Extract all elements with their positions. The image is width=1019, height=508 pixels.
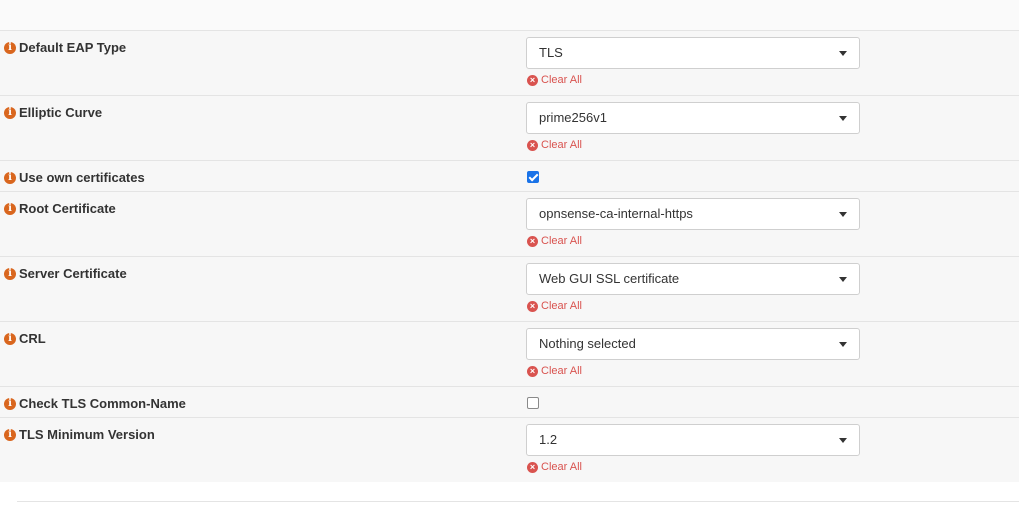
label-elliptic-curve: i Elliptic Curve <box>4 105 102 120</box>
info-icon[interactable]: i <box>4 171 16 184</box>
caret-down-icon <box>839 342 847 347</box>
clear-all-root-certificate[interactable]: × Clear All <box>527 235 582 247</box>
select-value: Web GUI SSL certificate <box>539 271 680 286</box>
times-circle-icon: × <box>527 74 538 86</box>
times-circle-icon: × <box>527 139 538 151</box>
select-server-certificate[interactable]: Web GUI SSL certificate <box>526 263 860 295</box>
row-check-tls-common-name: i Check TLS Common-Name <box>0 387 1019 418</box>
info-icon[interactable]: i <box>4 41 16 54</box>
select-value: TLS <box>539 45 563 60</box>
caret-down-icon <box>839 277 847 282</box>
times-circle-icon: × <box>527 461 538 473</box>
checkbox-use-own-certificates[interactable] <box>527 171 539 183</box>
info-icon[interactable]: i <box>4 267 16 280</box>
label-text: TLS Minimum Version <box>19 427 155 442</box>
info-icon[interactable]: i <box>4 332 16 345</box>
clear-all-elliptic-curve[interactable]: × Clear All <box>527 139 582 151</box>
times-circle-icon: × <box>527 365 538 377</box>
clear-all-server-certificate[interactable]: × Clear All <box>527 300 582 312</box>
info-icon[interactable]: i <box>4 106 16 119</box>
clear-all-tls-minimum-version[interactable]: × Clear All <box>527 461 582 473</box>
select-crl[interactable]: Nothing selected <box>526 328 860 360</box>
label-text: Root Certificate <box>19 201 116 216</box>
select-value: prime256v1 <box>539 110 607 125</box>
label-text: Use own certificates <box>19 170 145 185</box>
times-circle-icon: × <box>527 235 538 247</box>
row-crl: i CRL Nothing selected × Clear All <box>0 322 1019 387</box>
select-value: opnsense-ca-internal-https <box>539 206 693 221</box>
row-server-certificate: i Server Certificate Web GUI SSL certifi… <box>0 257 1019 322</box>
label-text: Default EAP Type <box>19 40 127 55</box>
info-icon[interactable]: i <box>4 397 16 410</box>
info-icon[interactable]: i <box>4 202 16 215</box>
select-value: 1.2 <box>539 432 558 447</box>
label-text: Elliptic Curve <box>19 105 103 120</box>
label-check-tls-common-name: i Check TLS Common-Name <box>4 396 186 411</box>
row-use-own-certificates: i Use own certificates <box>0 161 1019 192</box>
caret-down-icon <box>839 51 847 56</box>
caret-down-icon <box>839 116 847 121</box>
caret-down-icon <box>839 438 847 443</box>
clear-all-crl[interactable]: × Clear All <box>527 365 582 377</box>
times-circle-icon: × <box>527 300 538 312</box>
settings-panel: i Default EAP Type TLS × Clear All i Ell… <box>0 0 1019 482</box>
label-root-certificate: i Root Certificate <box>4 201 116 216</box>
label-text: Check TLS Common-Name <box>19 396 186 411</box>
clear-all-label: Clear All <box>541 461 582 473</box>
info-icon[interactable]: i <box>4 428 16 441</box>
clear-all-label: Clear All <box>541 139 582 151</box>
clear-all-label: Clear All <box>541 365 582 377</box>
label-text: CRL <box>19 331 46 346</box>
divider <box>17 501 1019 502</box>
select-root-certificate[interactable]: opnsense-ca-internal-https <box>526 198 860 230</box>
select-tls-minimum-version[interactable]: 1.2 <box>526 424 860 456</box>
row-tls-minimum-version: i TLS Minimum Version 1.2 × Clear All <box>0 418 1019 482</box>
label-tls-minimum-version: i TLS Minimum Version <box>4 427 155 442</box>
row-default-eap-type: i Default EAP Type TLS × Clear All <box>0 31 1019 96</box>
label-use-own-certificates: i Use own certificates <box>4 170 145 185</box>
clear-all-label: Clear All <box>541 235 582 247</box>
label-crl: i CRL <box>4 331 46 346</box>
label-text: Server Certificate <box>19 266 127 281</box>
clear-all-default-eap-type[interactable]: × Clear All <box>527 74 582 86</box>
row-elliptic-curve: i Elliptic Curve prime256v1 × Clear All <box>0 96 1019 161</box>
row-root-certificate: i Root Certificate opnsense-ca-internal-… <box>0 192 1019 257</box>
select-value: Nothing selected <box>539 336 636 351</box>
caret-down-icon <box>839 212 847 217</box>
select-default-eap-type[interactable]: TLS <box>526 37 860 69</box>
label-default-eap-type: i Default EAP Type <box>4 40 126 55</box>
checkbox-check-tls-common-name[interactable] <box>527 397 539 409</box>
select-elliptic-curve[interactable]: prime256v1 <box>526 102 860 134</box>
panel-header-strip <box>0 0 1019 31</box>
clear-all-label: Clear All <box>541 74 582 86</box>
clear-all-label: Clear All <box>541 300 582 312</box>
label-server-certificate: i Server Certificate <box>4 266 127 281</box>
